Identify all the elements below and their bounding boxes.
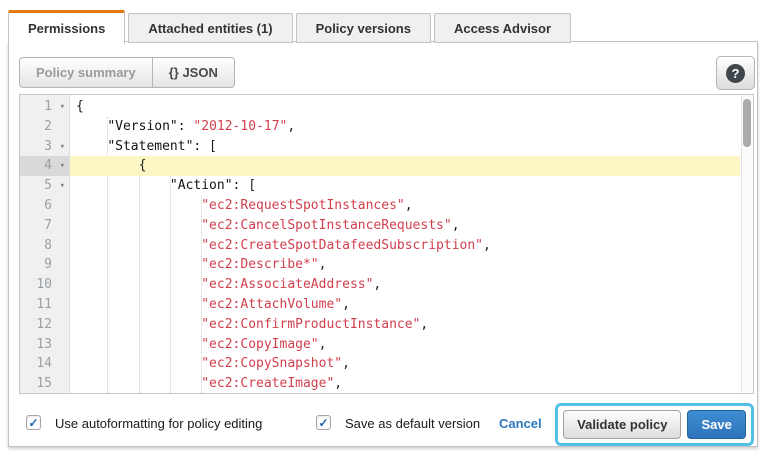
json-view-button[interactable]: {} JSON	[153, 58, 234, 87]
fold-arrow-icon[interactable]: ▾	[60, 177, 65, 197]
code-line-15[interactable]: 15 "ec2:CreateImage",	[20, 374, 740, 394]
code-text: {	[70, 156, 740, 176]
save-default-version-label: Save as default version	[345, 416, 480, 431]
line-number[interactable]: 8	[20, 236, 70, 256]
line-number[interactable]: 2	[20, 117, 70, 137]
code-line-12[interactable]: 12 "ec2:ConfirmProductInstance",	[20, 315, 740, 335]
action-buttons-highlight: Validate policy Save	[555, 403, 754, 446]
tab-label: Policy versions	[316, 21, 411, 36]
help-button[interactable]: ?	[716, 56, 755, 90]
code-text: "ec2:CopySnapshot",	[70, 354, 740, 374]
code-text: "ec2:CreateSpotDatafeedSubscription",	[70, 236, 740, 256]
view-toggle-group: Policy summary {} JSON	[19, 57, 235, 88]
line-number[interactable]: 12	[20, 315, 70, 335]
code-text: "ec2:CancelSpotInstanceRequests",	[70, 216, 740, 236]
code-line-13[interactable]: 13 "ec2:CopyImage",	[20, 335, 740, 355]
code-line-8[interactable]: 8 "ec2:CreateSpotDatafeedSubscription",	[20, 236, 740, 256]
code-text: "ec2:ConfirmProductInstance",	[70, 315, 740, 335]
code-line-9[interactable]: 9 "ec2:Describe*",	[20, 255, 740, 275]
tab-policy-versions[interactable]: Policy versions	[296, 13, 431, 43]
code-text: "ec2:Describe*",	[70, 255, 740, 275]
code-text: "ec2:RequestSpotInstances",	[70, 196, 740, 216]
line-number[interactable]: 4▾	[20, 156, 70, 176]
fold-arrow-icon[interactable]: ▾	[60, 98, 65, 118]
validate-policy-button[interactable]: Validate policy	[563, 410, 681, 439]
cancel-link[interactable]: Cancel	[499, 416, 542, 431]
save-default-version-checkbox[interactable]: ✓	[316, 415, 331, 430]
code-text: "ec2:AssociateAddress",	[70, 275, 740, 295]
code-text: {	[70, 97, 740, 117]
line-number[interactable]: 1▾	[20, 97, 70, 117]
code-line-6[interactable]: 6 "ec2:RequestSpotInstances",	[20, 196, 740, 216]
code-text: "Action": [	[70, 176, 740, 196]
line-number[interactable]: 9	[20, 255, 70, 275]
autoformat-checkbox[interactable]: ✓	[26, 415, 41, 430]
editor-scrollbar[interactable]	[741, 95, 753, 393]
scrollbar-thumb[interactable]	[743, 99, 751, 147]
code-lines: 1▾{2 "Version": "2012-10-17",3▾ "Stateme…	[20, 97, 740, 394]
policy-detail-panel: Policy summary {} JSON ? 1▾{2 "Version":…	[8, 41, 758, 447]
code-text: "ec2:CreateImage",	[70, 374, 740, 394]
code-text: "ec2:AttachVolume",	[70, 295, 740, 315]
tab-label: Attached entities (1)	[148, 21, 272, 36]
tab-permissions[interactable]: Permissions	[8, 10, 125, 44]
tab-strip: Permissions Attached entities (1) Policy v…	[8, 10, 571, 44]
code-line-4[interactable]: 4▾ {	[20, 156, 740, 176]
tab-label: Permissions	[28, 21, 105, 36]
tab-label: Access Advisor	[454, 21, 551, 36]
line-number[interactable]: 5▾	[20, 176, 70, 196]
fold-arrow-icon[interactable]: ▾	[60, 157, 65, 177]
code-line-1[interactable]: 1▾{	[20, 97, 740, 117]
line-number[interactable]: 6	[20, 196, 70, 216]
code-line-7[interactable]: 7 "ec2:CancelSpotInstanceRequests",	[20, 216, 740, 236]
autoformat-label: Use autoformatting for policy editing	[55, 416, 262, 431]
line-number[interactable]: 13	[20, 335, 70, 355]
tab-access-advisor[interactable]: Access Advisor	[434, 13, 571, 43]
code-text: "Statement": [	[70, 137, 740, 157]
line-number[interactable]: 7	[20, 216, 70, 236]
code-text: "ec2:CopyImage",	[70, 335, 740, 355]
code-line-10[interactable]: 10 "ec2:AssociateAddress",	[20, 275, 740, 295]
policy-summary-button[interactable]: Policy summary	[20, 58, 153, 87]
code-line-3[interactable]: 3▾ "Statement": [	[20, 137, 740, 157]
line-number[interactable]: 11	[20, 295, 70, 315]
line-number[interactable]: 15	[20, 374, 70, 394]
line-number[interactable]: 3▾	[20, 137, 70, 157]
code-text: "Version": "2012-10-17",	[70, 117, 740, 137]
fold-arrow-icon[interactable]: ▾	[60, 138, 65, 158]
help-icon: ?	[726, 64, 745, 83]
save-button[interactable]: Save	[687, 410, 745, 439]
line-number[interactable]: 10	[20, 275, 70, 295]
tab-attached-entities-1[interactable]: Attached entities (1)	[128, 13, 292, 43]
policy-json-editor[interactable]: 1▾{2 "Version": "2012-10-17",3▾ "Stateme…	[19, 94, 754, 394]
code-line-5[interactable]: 5▾ "Action": [	[20, 176, 740, 196]
line-number[interactable]: 14	[20, 354, 70, 374]
code-line-11[interactable]: 11 "ec2:AttachVolume",	[20, 295, 740, 315]
code-line-2[interactable]: 2 "Version": "2012-10-17",	[20, 117, 740, 137]
code-line-14[interactable]: 14 "ec2:CopySnapshot",	[20, 354, 740, 374]
